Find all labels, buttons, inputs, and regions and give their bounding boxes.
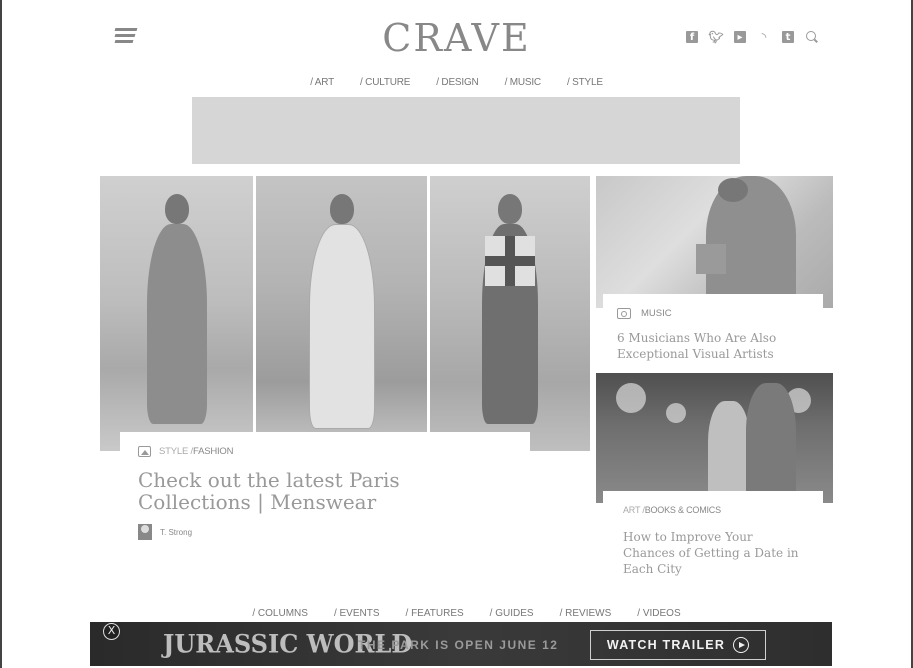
card-category: MUSIC [617, 308, 672, 319]
category-label[interactable]: ART / [623, 505, 645, 515]
hero-category: STYLE /FASHION [138, 446, 233, 457]
play-icon [733, 637, 750, 653]
subcategory-label[interactable]: BOOKS & COMICS [645, 505, 721, 515]
avatar [138, 524, 152, 540]
article-card-music[interactable]: MUSIC 6 Musicians Who Are Also Exception… [596, 176, 833, 369]
nav-reviews[interactable]: / REVIEWS [560, 608, 612, 619]
youtube-icon[interactable]: ▸ [734, 31, 746, 43]
musician-photo [596, 176, 833, 308]
close-ad-button[interactable]: X [103, 623, 120, 640]
card-caption: ART /BOOKS & COMICS How to Improve Your … [603, 491, 823, 583]
ad-tagline: THE PARK IS OPEN JUNE 12 [358, 638, 559, 652]
author-name[interactable]: T. Strong [160, 528, 192, 537]
runway-photo-1 [100, 176, 253, 451]
article-card-books[interactable]: ART /BOOKS & COMICS How to Improve Your … [596, 373, 833, 583]
twitter-icon[interactable]: 🐦︎ [708, 30, 723, 44]
category-label[interactable]: MUSIC [641, 308, 672, 319]
hero-title[interactable]: Check out the latest Paris Collections |… [138, 469, 458, 513]
runway-photo-3 [430, 176, 590, 451]
hero-image[interactable] [100, 176, 590, 451]
card-title[interactable]: 6 Musicians Who Are Also Exceptional Vis… [617, 330, 817, 362]
nav-culture[interactable]: / CULTURE [360, 77, 410, 88]
ad-placeholder[interactable] [192, 97, 740, 164]
watch-trailer-label: WATCH TRAILER [606, 638, 726, 652]
couple-photo [596, 373, 833, 503]
card-title[interactable]: How to Improve Your Chances of Getting a… [623, 529, 803, 577]
hero-category-label[interactable]: STYLE / [159, 446, 193, 457]
hero-caption[interactable]: STYLE /FASHION Check out the latest Pari… [120, 432, 530, 562]
search-icon[interactable] [806, 31, 818, 43]
card-category: ART /BOOKS & COMICS [623, 505, 721, 515]
nav-music[interactable]: / MUSIC [505, 77, 542, 88]
nav-style[interactable]: / STYLE [567, 77, 603, 88]
nav-features[interactable]: / FEATURES [406, 608, 464, 619]
section-nav: / COLUMNS / EVENTS / FEATURES / GUIDES /… [0, 608, 913, 619]
tumblr-icon[interactable]: t [782, 31, 794, 43]
runway-photo-2 [256, 176, 427, 451]
hero-subcategory-label[interactable]: FASHION [193, 446, 234, 457]
image-icon [138, 446, 151, 457]
rss-icon[interactable]: ◝ [758, 30, 770, 44]
nav-videos[interactable]: / VIDEOS [637, 608, 680, 619]
nav-guides[interactable]: / GUIDES [490, 608, 534, 619]
card-caption: MUSIC 6 Musicians Who Are Also Exception… [603, 294, 823, 369]
nav-columns[interactable]: / COLUMNS [252, 608, 308, 619]
nav-design[interactable]: / DESIGN [436, 77, 478, 88]
social-links: f 🐦︎ ▸ ◝ t [686, 30, 818, 44]
facebook-icon[interactable]: f [686, 31, 698, 43]
author-byline: T. Strong [138, 524, 192, 540]
audio-icon [617, 308, 631, 319]
watch-trailer-button[interactable]: WATCH TRAILER [590, 630, 766, 660]
category-nav: / ART / CULTURE / DESIGN / MUSIC / STYLE [0, 77, 913, 88]
nav-art[interactable]: / ART [310, 77, 334, 88]
nav-events[interactable]: / EVENTS [334, 608, 380, 619]
